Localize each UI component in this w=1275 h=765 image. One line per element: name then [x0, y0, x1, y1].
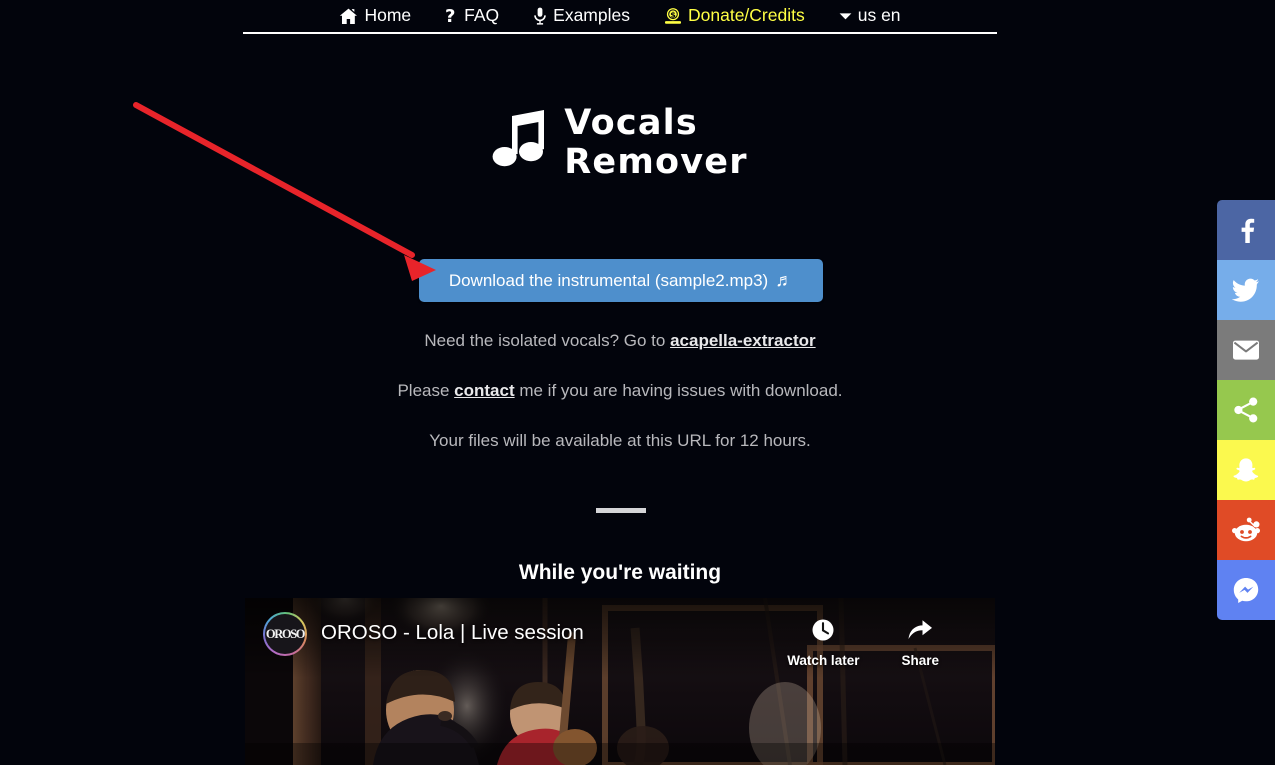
share-button[interactable]: Share — [901, 618, 939, 668]
microphone-icon — [533, 7, 547, 25]
share-email-button[interactable] — [1217, 320, 1275, 380]
video-title[interactable]: OROSO - Lola | Live session — [321, 621, 584, 645]
envelope-icon — [1232, 339, 1260, 361]
contact-text-prefix: Please — [397, 381, 455, 400]
channel-avatar[interactable]: OROSO — [263, 612, 307, 656]
reddit-alien-icon — [1232, 517, 1260, 543]
nav-item-language-selector[interactable]: us en — [822, 7, 918, 25]
share-arrow-icon — [907, 618, 933, 647]
video-top-overlay: OROSO OROSO - Lola | Live session Watch … — [245, 598, 995, 678]
nav-item-examples[interactable]: Examples — [516, 7, 647, 25]
question-mark-icon: ? — [445, 7, 458, 25]
nav-item-donate-credits[interactable]: $ Donate/Credits — [647, 7, 822, 25]
watch-later-button[interactable]: Watch later — [787, 618, 859, 668]
logo-line-1: Vocals — [564, 103, 698, 143]
watch-later-label: Watch later — [787, 653, 860, 668]
twitter-bird-icon — [1232, 277, 1260, 303]
home-icon — [339, 8, 358, 25]
beamed-eighth-notes-icon — [492, 109, 550, 177]
share-facebook-button[interactable] — [1217, 200, 1275, 260]
video-actions: Watch later Share — [787, 612, 977, 668]
share-reddit-button[interactable] — [1217, 500, 1275, 560]
page-root: Home ? FAQ Examples $ Donate/Credits us … — [0, 0, 1275, 765]
section-divider — [596, 508, 646, 513]
download-instrumental-button[interactable]: Download the instrumental (sample2.mp3) … — [419, 259, 823, 302]
channel-avatar-initials: OROSO — [265, 614, 305, 654]
money-coin-icon: $ — [664, 7, 682, 25]
snapchat-ghost-icon — [1233, 457, 1259, 483]
contact-text-suffix: me if you are having issues with downloa… — [514, 381, 843, 400]
music-note-icon: ♬ — [775, 269, 794, 290]
clock-icon — [811, 618, 835, 647]
contact-hint: Please contact me if you are having issu… — [0, 382, 1240, 399]
nav-label-language: us en — [857, 5, 901, 26]
nav-item-faq[interactable]: ? FAQ — [428, 7, 516, 25]
site-logo-text: Vocals Remover — [564, 103, 748, 183]
youtube-video-player[interactable]: OROSO OROSO - Lola | Live session Watch … — [245, 598, 995, 765]
svg-text:$: $ — [670, 11, 676, 20]
share-nodes-icon — [1233, 397, 1259, 423]
share-snapchat-button[interactable] — [1217, 440, 1275, 500]
isolated-vocals-text: Need the isolated vocals? Go to — [424, 331, 671, 350]
main-navigation: Home ? FAQ Examples $ Donate/Credits us … — [243, 0, 997, 34]
chevron-down-icon — [839, 12, 852, 21]
share-generic-button[interactable] — [1217, 380, 1275, 440]
nav-item-home[interactable]: Home — [322, 7, 428, 25]
logo-line-2: Remover — [564, 142, 748, 183]
share-twitter-button[interactable] — [1217, 260, 1275, 320]
download-button-label: Download the instrumental (sample2.mp3) — [448, 270, 769, 290]
nav-label-donate-credits: Donate/Credits — [688, 5, 805, 26]
social-share-sidebar — [1217, 200, 1275, 620]
nav-label-home: Home — [364, 5, 412, 26]
contact-link[interactable]: contact — [454, 381, 514, 400]
svg-text:?: ? — [445, 7, 455, 25]
share-label: Share — [901, 653, 939, 668]
messenger-bolt-icon — [1233, 577, 1259, 603]
while-waiting-heading: While you're waiting — [518, 561, 722, 584]
facebook-icon — [1233, 217, 1259, 243]
nav-label-faq: FAQ — [464, 5, 500, 26]
share-messenger-button[interactable] — [1217, 560, 1275, 620]
site-logo[interactable]: Vocals Remover — [0, 103, 1240, 183]
file-expiry-notice: Your files will be available at this URL… — [429, 431, 811, 450]
nav-label-examples: Examples — [553, 5, 630, 26]
acapella-extractor-link[interactable]: acapella-extractor — [670, 331, 816, 350]
isolated-vocals-hint: Need the isolated vocals? Go to acapella… — [0, 332, 1240, 349]
